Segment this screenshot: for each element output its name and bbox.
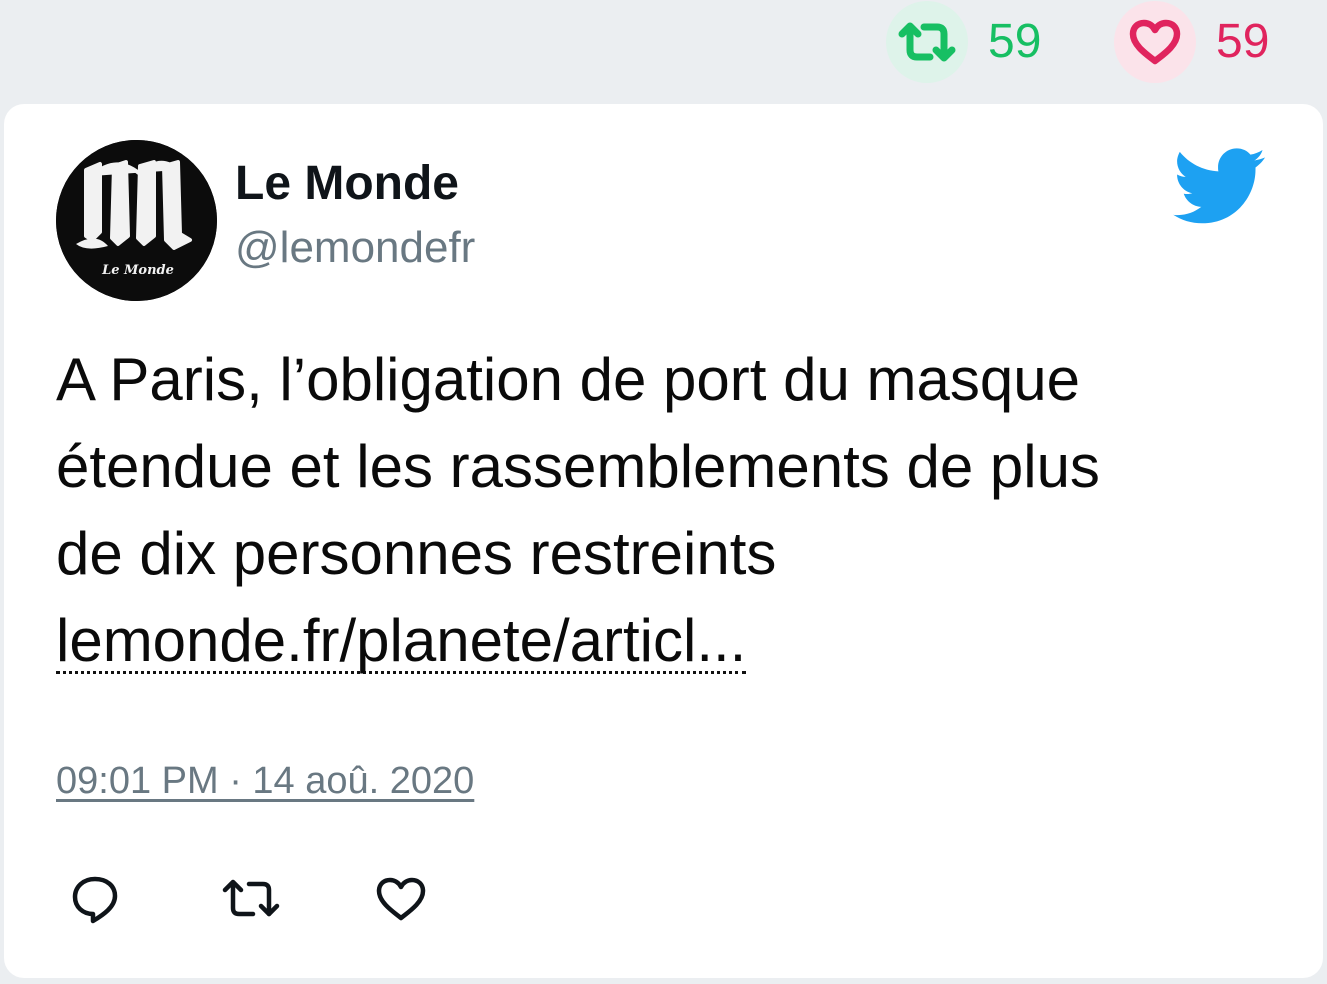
heart-icon — [376, 877, 426, 921]
retweet-stat[interactable]: 59 — [886, 0, 1041, 84]
tweet-text-line: étendue et les rassemblements de plus — [56, 433, 1100, 500]
reply-icon — [72, 876, 118, 924]
retweet-stat-icon — [886, 1, 968, 83]
twitter-bird-icon[interactable] — [1172, 148, 1268, 226]
tweet-text: A Paris, l’obligation de port du masque … — [56, 336, 1256, 684]
like-stat[interactable]: 59 — [1114, 0, 1269, 84]
author-name[interactable]: Le Monde — [235, 160, 459, 208]
author-avatar[interactable]: Le Monde — [56, 140, 217, 301]
retweet-count: 59 — [988, 15, 1042, 68]
author-handle[interactable]: @lemondefr — [235, 226, 475, 270]
le-monde-logo-icon: Le Monde — [56, 140, 217, 301]
like-count: 59 — [1216, 15, 1270, 68]
svg-text:Le Monde: Le Monde — [101, 263, 174, 278]
tweet-timestamp[interactable]: 09:01 PM · 14 aoû. 2020 — [56, 760, 474, 803]
like-stat-icon — [1114, 1, 1196, 83]
article-link[interactable]: lemonde.fr/planete/articl... — [56, 611, 747, 674]
retweet-icon — [222, 879, 280, 917]
reply-button[interactable] — [70, 874, 130, 934]
tweet-text-line: de dix personnes restreints — [56, 520, 777, 587]
engagement-stats: 59 59 — [0, 0, 1327, 100]
tweet-text-line: A Paris, l’obligation de port du masque — [56, 346, 1080, 413]
like-button[interactable] — [374, 874, 434, 934]
tweet-card: Le Monde Le Monde @lemondefr A Paris, l’… — [4, 104, 1323, 978]
retweet-button[interactable] — [219, 874, 280, 934]
